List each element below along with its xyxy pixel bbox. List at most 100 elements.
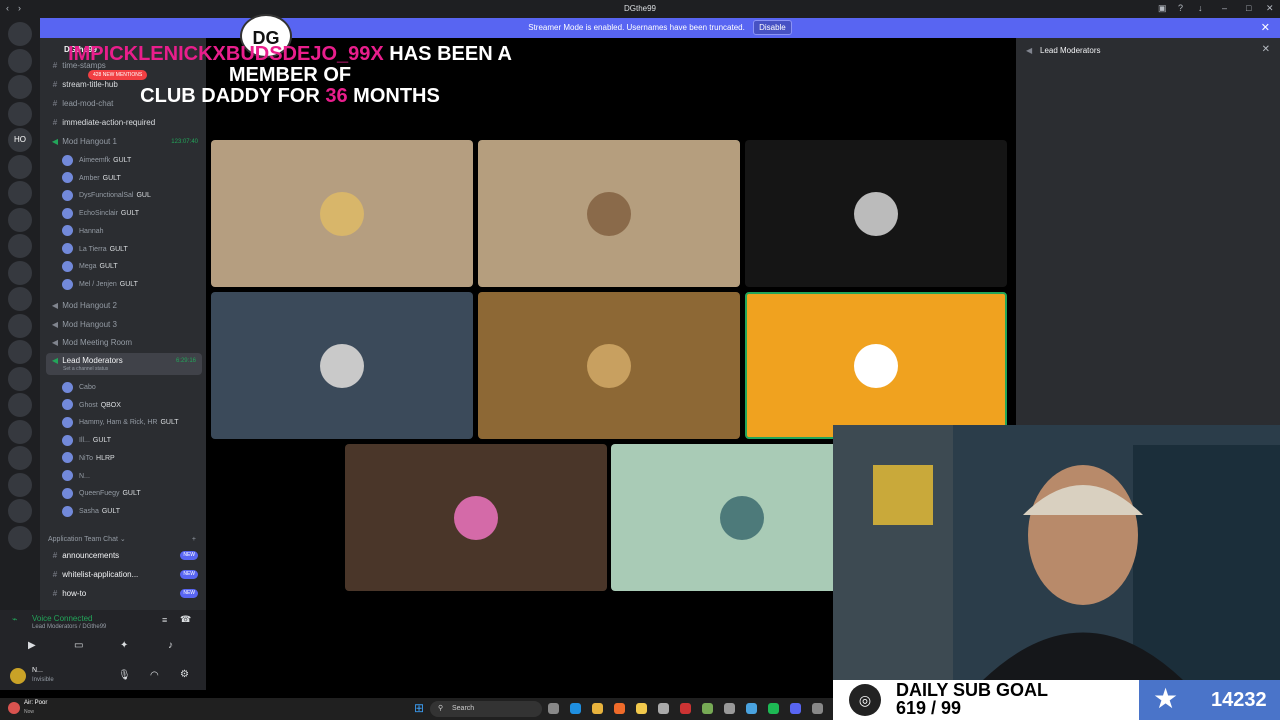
voice-user[interactable]: Sasha GULT — [62, 503, 202, 520]
server-icon[interactable] — [8, 154, 32, 179]
server-icon[interactable] — [8, 419, 32, 444]
voice-participant-tile[interactable] — [745, 140, 1007, 287]
disconnect-icon[interactable]: ☎ — [180, 614, 191, 625]
voice-participant-tile[interactable] — [211, 292, 473, 439]
server-icon[interactable] — [8, 48, 32, 73]
noise-suppression-icon[interactable]: ≡ — [162, 615, 167, 625]
channel-how-to[interactable]: # how-to NEW — [40, 586, 206, 602]
taskbar-search[interactable]: ⚲ Search — [430, 701, 542, 717]
voice-channel-mod-hangout-2[interactable]: ◀ Mod Hangout 2 — [40, 298, 206, 314]
server-icon[interactable] — [8, 234, 32, 258]
server-icon[interactable] — [8, 446, 32, 470]
server-icon[interactable] — [8, 22, 32, 46]
server-icon[interactable] — [8, 75, 32, 99]
add-channel-icon[interactable]: + — [192, 532, 196, 548]
task-view-icon[interactable] — [548, 703, 559, 714]
voice-participant-tile[interactable] — [345, 444, 607, 591]
voice-user[interactable]: DysFunctionalSal GUL — [62, 187, 202, 204]
server-icon[interactable]: HO — [8, 128, 32, 152]
screen-share-icon[interactable]: ▭ — [74, 640, 83, 651]
voice-user[interactable]: NiTo HLRP — [62, 450, 202, 467]
user-name: Mega — [79, 263, 97, 271]
spotify-icon[interactable] — [768, 703, 779, 714]
firefox-icon[interactable] — [614, 703, 625, 714]
channel-label: Mod Hangout 2 — [62, 301, 117, 310]
user-role-tag: GULT — [120, 210, 140, 218]
close-banner-icon[interactable]: ✕ — [1261, 18, 1270, 38]
headphones-icon[interactable]: ◠ — [150, 670, 159, 681]
goal-progress: 619 / 99 — [896, 698, 962, 718]
server-icon[interactable] — [8, 101, 32, 126]
voice-user[interactable]: QueenFuegy GULT — [62, 485, 202, 502]
voice-user[interactable]: Mel / Jenjen GULT — [62, 276, 202, 293]
store-icon[interactable] — [658, 703, 669, 714]
app-icon[interactable] — [680, 703, 691, 714]
voice-participant-tile[interactable] — [745, 292, 1007, 439]
channel-announcements[interactable]: # announcements NEW — [40, 548, 206, 564]
voice-channel-mod-hangout-1[interactable]: ◀ Mod Hangout 1 123:07:40 — [40, 134, 206, 150]
voice-participant-tile[interactable] — [211, 140, 473, 287]
weather-icon[interactable] — [8, 702, 20, 714]
voice-user[interactable]: La Tierra GULT — [62, 241, 202, 258]
gear-icon[interactable]: ⚙ — [180, 669, 189, 680]
camera-icon[interactable]: ▶ — [28, 640, 36, 651]
voice-user[interactable]: Hammy, Ham & Rick, HR GULT — [62, 414, 202, 431]
server-icon[interactable] — [8, 207, 32, 232]
app-icon[interactable] — [812, 703, 823, 714]
close-panel-icon[interactable]: ✕ — [1262, 44, 1270, 55]
server-icon[interactable] — [8, 525, 32, 550]
microphone-icon[interactable]: 🎙 — [118, 670, 131, 681]
voice-channel-mod-meeting-room[interactable]: ◀ Mod Meeting Room — [40, 335, 206, 351]
voice-user[interactable]: Ill... GULT — [62, 432, 202, 449]
voice-participant-tile[interactable] — [478, 140, 740, 287]
help-icon[interactable]: ? — [1178, 3, 1183, 13]
disable-button[interactable]: Disable — [753, 20, 792, 35]
server-icon[interactable] — [8, 287, 32, 311]
edge-icon[interactable] — [570, 703, 581, 714]
voice-user[interactable]: N... — [62, 468, 202, 485]
settings-icon[interactable] — [724, 703, 735, 714]
server-icon[interactable] — [8, 260, 32, 285]
server-icon[interactable] — [8, 472, 32, 497]
voice-user[interactable]: EchoSinclair GULT — [62, 205, 202, 222]
voice-user[interactable]: Aimeemfk GULT — [62, 152, 202, 169]
voice-channel-lead-moderators[interactable]: ◀ Lead Moderators 6:29:16 Set a channel … — [46, 353, 202, 375]
start-icon[interactable]: ⊞ — [414, 701, 424, 715]
inbox-icon[interactable]: ▣ — [1158, 3, 1167, 14]
category-application-team-chat[interactable]: Application Team Chat ⌄ + — [40, 532, 206, 548]
voice-user[interactable]: Mega GULT — [62, 258, 202, 275]
server-icon[interactable] — [8, 340, 32, 364]
server-icon[interactable] — [8, 366, 32, 391]
voice-user[interactable]: Ghost QBOX — [62, 397, 202, 414]
user-role-tag: GULT — [122, 490, 141, 498]
soundboard-icon[interactable]: ♪ — [168, 640, 173, 651]
category-label: Application Team Chat — [48, 536, 118, 543]
avatar[interactable] — [10, 668, 26, 684]
server-icon[interactable] — [8, 393, 32, 417]
download-icon[interactable]: ↓ — [1198, 3, 1203, 13]
voice-status[interactable]: Voice Connected — [32, 614, 93, 623]
close-window-icon[interactable]: ✕ — [1266, 3, 1274, 14]
maximize-icon[interactable]: □ — [1246, 3, 1251, 13]
explorer-icon[interactable] — [636, 703, 647, 714]
app-icon[interactable] — [746, 703, 757, 714]
channel-whitelist-application[interactable]: # whitelist-application... NEW — [40, 567, 206, 583]
app-icon[interactable] — [702, 703, 713, 714]
chrome-icon[interactable] — [592, 703, 603, 714]
channel-status[interactable]: Set a channel status — [63, 361, 108, 377]
voice-participant-tile[interactable] — [478, 292, 740, 439]
server-icon[interactable] — [8, 313, 32, 338]
voice-user[interactable]: Hannah — [62, 223, 202, 240]
user-role-tag: GUL — [136, 192, 151, 200]
channel-immediate-action-required[interactable]: # immediate-action-required — [40, 115, 206, 131]
user-role-tag: GULT — [119, 280, 138, 288]
voice-user[interactable]: Amber GULT — [62, 170, 202, 187]
voice-channel-mod-hangout-3[interactable]: ◀ Mod Hangout 3 — [40, 317, 206, 333]
discord-icon[interactable] — [790, 703, 801, 714]
server-icon[interactable] — [8, 499, 32, 523]
voice-user[interactable]: Cabo — [62, 379, 202, 396]
channel-label: how-to — [62, 589, 87, 598]
activities-icon[interactable]: ✦ — [120, 640, 128, 651]
server-icon[interactable] — [8, 181, 32, 205]
minimize-icon[interactable]: – — [1222, 3, 1227, 13]
